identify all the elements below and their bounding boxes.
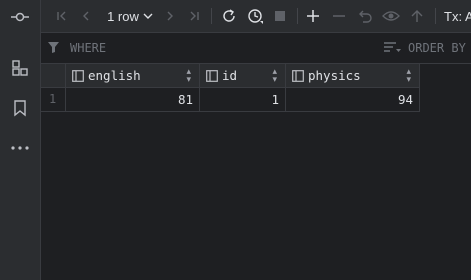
- column-icon: [292, 70, 304, 82]
- clock-icon[interactable]: [245, 4, 265, 28]
- table-cell[interactable]: 1: [200, 88, 286, 112]
- add-row-icon[interactable]: [303, 4, 323, 28]
- column-name: id: [222, 68, 238, 83]
- prev-page-icon[interactable]: [77, 4, 95, 28]
- submit-icon[interactable]: [407, 4, 427, 28]
- last-page-icon[interactable]: [185, 4, 203, 28]
- next-page-icon[interactable]: [161, 4, 179, 28]
- column-header-physics[interactable]: physics ▴ ▾: [286, 64, 420, 88]
- table-cell[interactable]: 81: [66, 88, 200, 112]
- toolbar-separator: [211, 8, 212, 24]
- transaction-mode-dropdown[interactable]: Tx: A: [444, 4, 471, 28]
- column-icon: [206, 70, 218, 82]
- sidebar: [0, 0, 41, 280]
- structure-icon[interactable]: [8, 56, 32, 80]
- preview-changes-icon[interactable]: [381, 4, 401, 28]
- row-number[interactable]: 1: [41, 88, 66, 112]
- chevron-down-icon: [143, 13, 153, 19]
- sort-toggle-icon[interactable]: ▴ ▾: [272, 68, 277, 85]
- column-name: physics: [308, 68, 361, 83]
- transaction-mode-label: Tx: A: [444, 8, 471, 24]
- row-count-dropdown[interactable]: 1 row: [103, 4, 157, 28]
- toolbar-separator: [297, 8, 298, 24]
- toolbar: 1 row Tx: A: [41, 0, 471, 33]
- filter-icon[interactable]: [48, 42, 61, 54]
- sort-icon[interactable]: [384, 42, 401, 54]
- revert-icon[interactable]: [355, 4, 375, 28]
- stop-icon[interactable]: [271, 4, 289, 28]
- toolbar-separator: [435, 8, 436, 24]
- more-icon[interactable]: [8, 136, 32, 160]
- where-filter-input[interactable]: WHERE: [70, 41, 106, 55]
- column-header-id[interactable]: id ▴ ▾: [200, 64, 286, 88]
- column-icon: [72, 70, 84, 82]
- column-header-english[interactable]: english ▴ ▾: [66, 64, 200, 88]
- sort-toggle-icon[interactable]: ▴ ▾: [186, 68, 191, 85]
- first-page-icon[interactable]: [53, 4, 71, 28]
- filter-bar: WHERE ORDER BY: [41, 33, 471, 64]
- main-panel: 1 row Tx: A WHERE ORDER BY english ▴ ▾ i…: [41, 0, 471, 280]
- commit-icon[interactable]: [8, 5, 32, 29]
- table-cell[interactable]: 94: [286, 88, 420, 112]
- order-by-input[interactable]: ORDER BY: [408, 41, 466, 55]
- refresh-icon[interactable]: [219, 4, 239, 28]
- bookmark-icon[interactable]: [8, 96, 32, 120]
- sort-toggle-icon[interactable]: ▴ ▾: [406, 68, 411, 85]
- column-name: english: [88, 68, 141, 83]
- grid-corner: [41, 64, 66, 88]
- row-count-label: 1 row: [107, 8, 139, 24]
- delete-row-icon[interactable]: [329, 4, 349, 28]
